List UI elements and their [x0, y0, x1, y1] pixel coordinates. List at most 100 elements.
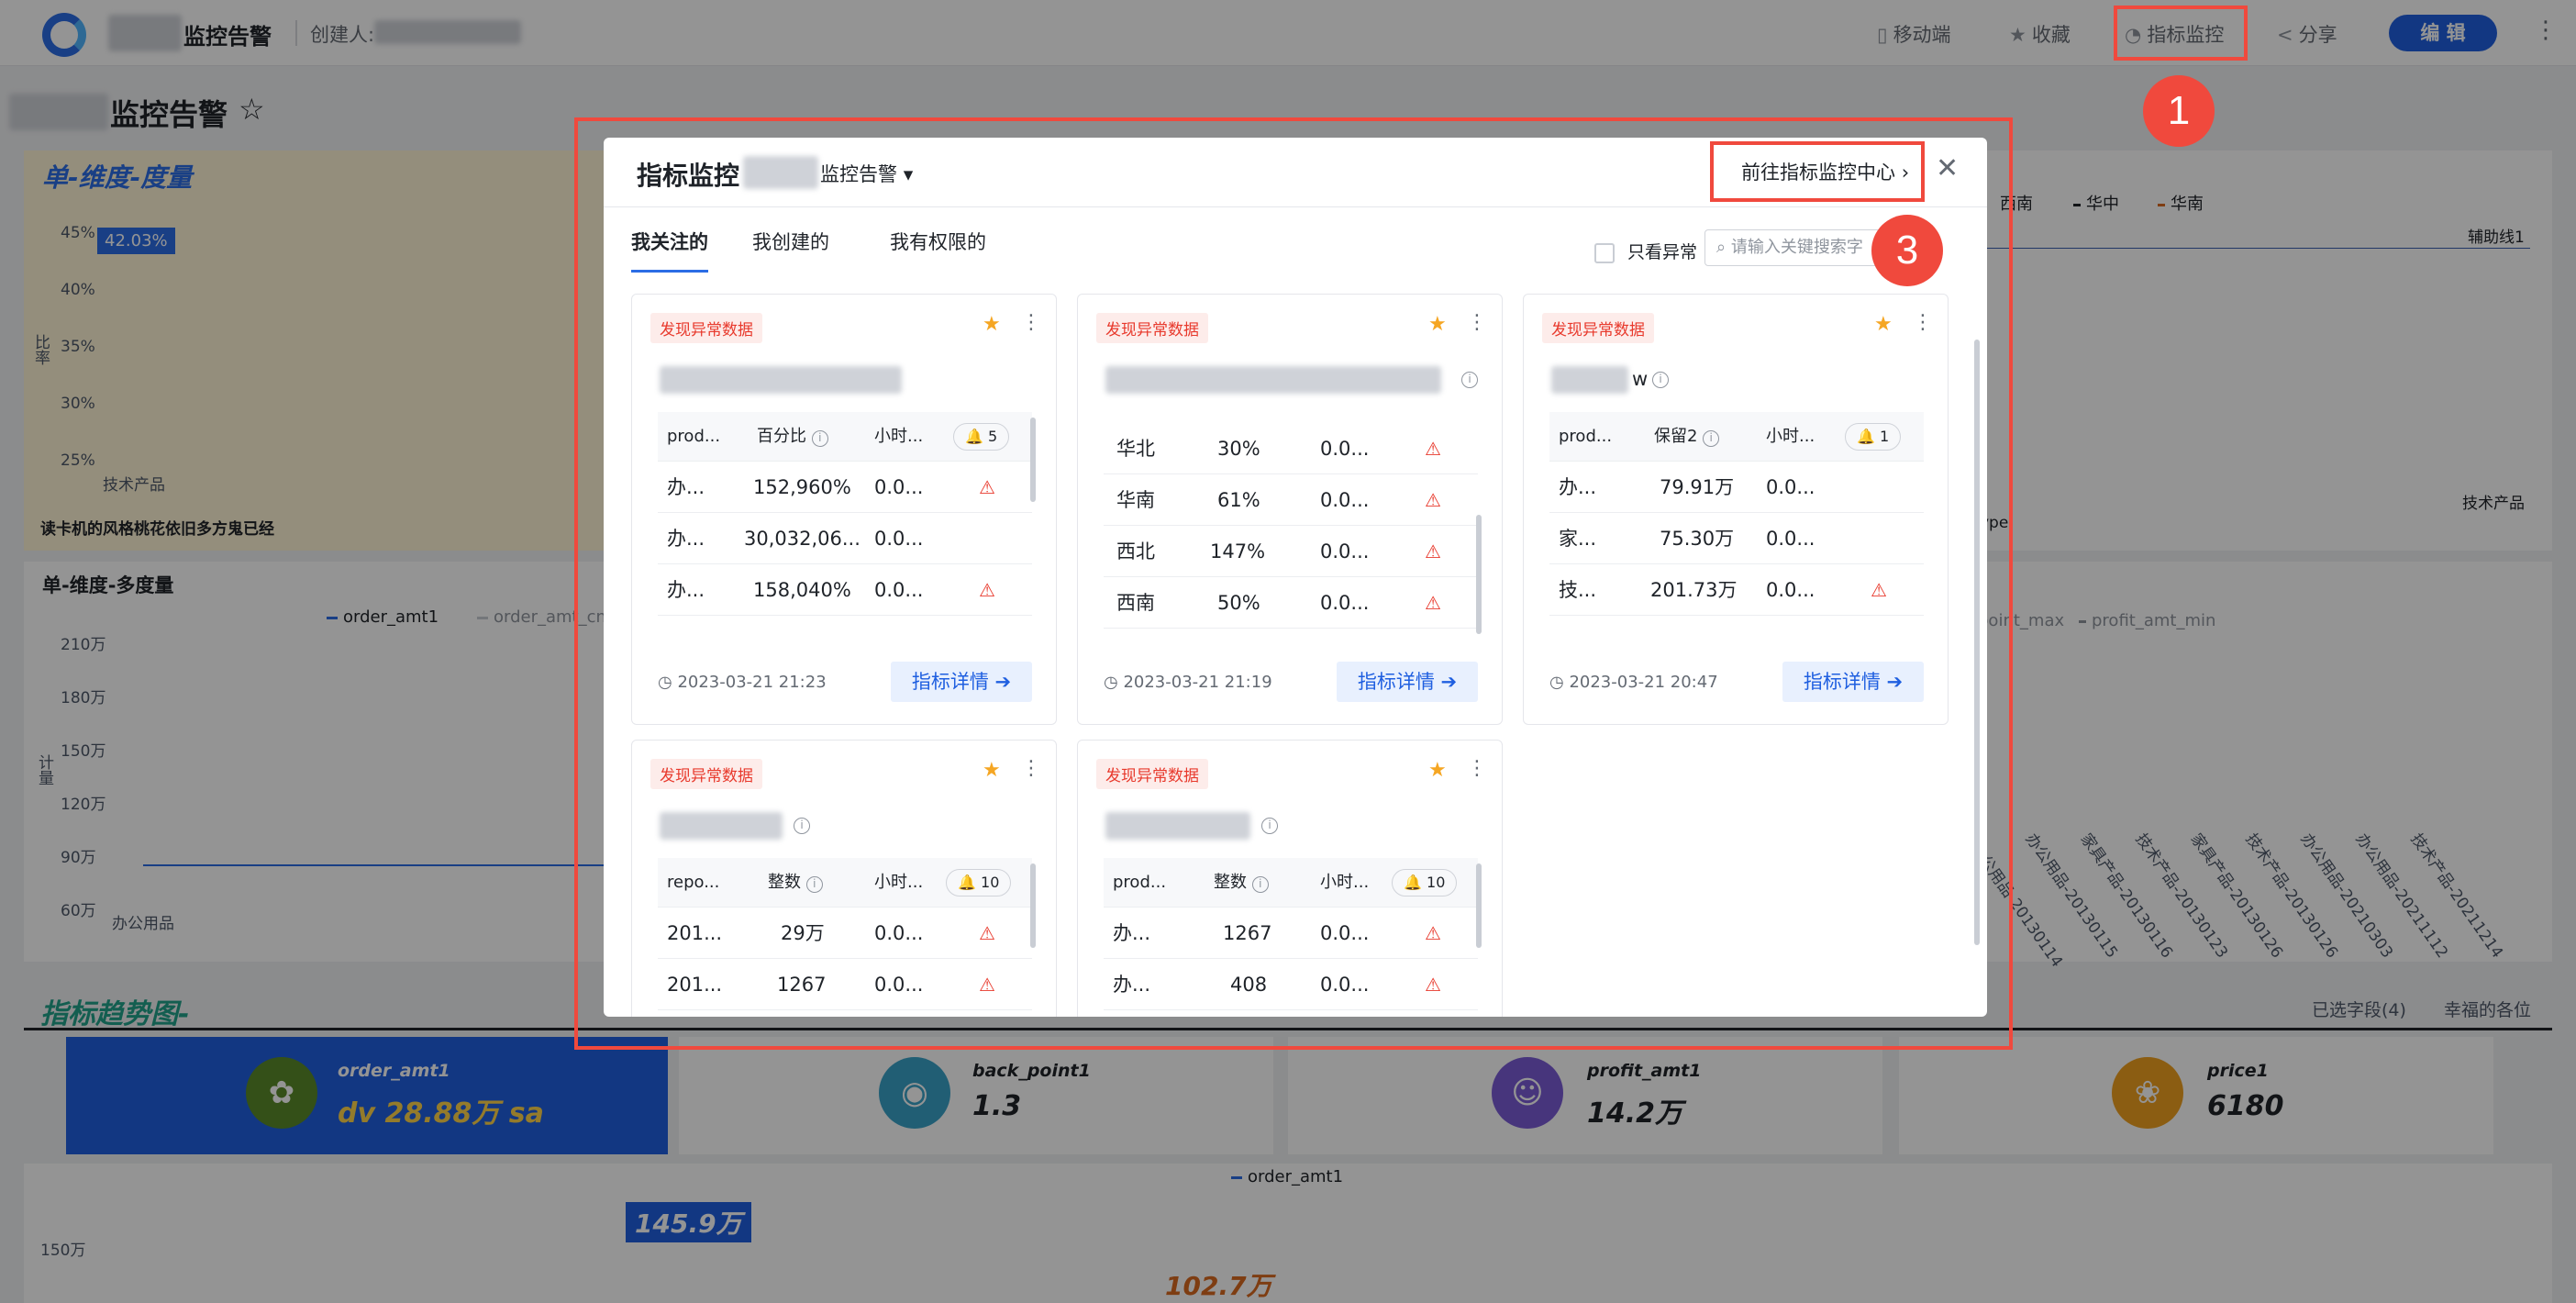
- column-header: prod...: [1113, 873, 1167, 892]
- metric-detail-button[interactable]: 指标详情 ➔: [891, 662, 1032, 702]
- info-icon[interactable]: i: [1652, 372, 1669, 388]
- card-more-icon[interactable]: ⋮: [1021, 757, 1041, 780]
- table-scrollbar[interactable]: [1030, 863, 1036, 948]
- info-icon[interactable]: i: [1703, 430, 1720, 447]
- table-cell: 30,032,06...: [744, 528, 861, 550]
- redacted-metric-name: [1105, 366, 1441, 394]
- only-abnormal-checkbox[interactable]: [1594, 242, 1615, 263]
- alarm-icon: ⚠: [979, 922, 995, 944]
- modal-scrollbar[interactable]: [1974, 340, 1980, 945]
- alert-count-pill[interactable]: 🔔 10: [1392, 869, 1458, 897]
- alarm-icon: ⚠: [1871, 579, 1887, 601]
- metric-card[interactable]: 发现异常数据 ★ ⋮ i 华北 30% 0.0... ⚠ 华南 61% 0.0.…: [1077, 294, 1503, 725]
- modal-title: 指标监控: [637, 161, 740, 191]
- metric-table: prod... 保留2 i 小时... 🔔 1 办... 79.91万 0.0.…: [1549, 412, 1924, 616]
- info-icon[interactable]: i: [794, 818, 810, 834]
- star-icon[interactable]: ★: [1428, 759, 1447, 782]
- table-row: 西北 147% 0.0... ⚠: [1104, 526, 1478, 577]
- column-header-label: 整数: [768, 873, 801, 892]
- redacted-dashboard-name: [743, 156, 818, 189]
- only-abnormal-label: 只看异常: [1627, 242, 1698, 262]
- alert-count-pill[interactable]: 🔔 1: [1845, 423, 1902, 451]
- card-more-icon[interactable]: ⋮: [1021, 311, 1041, 334]
- table-cell: 0.0...: [874, 922, 924, 944]
- metric-card[interactable]: 发现异常数据 ★ ⋮ w i prod... 保留2 i 小时... 🔔 1 办…: [1523, 294, 1949, 725]
- table-row: 办... 408 0.0... ⚠: [1104, 959, 1478, 1010]
- table-cell: 0.0...: [874, 579, 924, 601]
- info-icon[interactable]: i: [1461, 372, 1478, 388]
- arrow-circle-icon: ➔: [1886, 671, 1904, 693]
- alarm-icon: ⚠: [1425, 974, 1441, 996]
- alert-count: 10: [1427, 874, 1446, 891]
- star-icon[interactable]: ★: [1874, 313, 1893, 336]
- metric-detail-button[interactable]: 指标详情 ➔: [1782, 662, 1924, 702]
- info-icon[interactable]: i: [1251, 876, 1269, 893]
- table-scrollbar[interactable]: [1030, 418, 1036, 502]
- alert-count: 1: [1880, 428, 1890, 445]
- caret-down-icon: ▾: [903, 163, 914, 185]
- alarm-icon: ⚠: [1425, 489, 1441, 511]
- table-cell: 办...: [1113, 922, 1151, 944]
- table-header: repo... 整数 i 小时... 🔔 10: [658, 858, 1032, 908]
- table-cell: 0.0...: [1320, 974, 1370, 996]
- abnormal-badge: 发现异常数据: [650, 313, 762, 343]
- table-cell: 办...: [667, 476, 705, 498]
- column-header-label: 百分比: [757, 427, 806, 446]
- table-cell: 西南: [1116, 592, 1155, 614]
- only-abnormal-toggle[interactable]: 只看异常: [1594, 239, 1697, 263]
- table-scrollbar[interactable]: [1476, 515, 1482, 634]
- metric-card[interactable]: 发现异常数据 ★ ⋮ i prod... 整数 i 小时... 🔔 10 办..…: [1077, 740, 1503, 1017]
- redacted-metric-name: [660, 366, 902, 394]
- metric-card[interactable]: 发现异常数据 ★ ⋮ i repo... 整数 i 小时... 🔔 10 201…: [631, 740, 1057, 1017]
- info-icon[interactable]: i: [1261, 818, 1278, 834]
- card-more-icon[interactable]: ⋮: [1467, 757, 1487, 780]
- alarm-icon: ⚠: [1425, 922, 1441, 944]
- table-cell: 华南: [1116, 489, 1155, 511]
- bell-icon: 🔔: [1404, 874, 1422, 891]
- table-cell: 1267: [777, 974, 827, 996]
- info-icon[interactable]: i: [805, 876, 823, 893]
- arrow-circle-icon: ➔: [994, 671, 1012, 693]
- table-row: 办... 152,960% 0.0... ⚠: [658, 462, 1032, 513]
- table-cell: 0.0...: [1766, 579, 1815, 601]
- alarm-icon: ⚠: [979, 476, 995, 498]
- metric-monitor-modal: 指标监控 监控告警 ▾ 前往指标监控中心 › ✕ 我关注的 我创建的 我有权限的…: [604, 138, 1987, 1017]
- update-time-text: 2023-03-21 20:47: [1569, 673, 1718, 692]
- table-cell: 61%: [1217, 489, 1260, 511]
- update-time-text: 2023-03-21 21:19: [1123, 673, 1272, 692]
- abnormal-badge: 发现异常数据: [1096, 759, 1208, 789]
- star-icon[interactable]: ★: [983, 759, 1001, 782]
- alert-count: 10: [981, 874, 1000, 891]
- tab-permitted[interactable]: 我有权限的: [890, 228, 986, 255]
- metric-detail-button[interactable]: 指标详情 ➔: [1337, 662, 1478, 702]
- metric-card[interactable]: 发现异常数据 ★ ⋮ prod... 百分比 i 小时... 🔔 5 办... …: [631, 294, 1057, 725]
- card-more-icon[interactable]: ⋮: [1467, 311, 1487, 334]
- table-row: 办... 79.91万 0.0...: [1549, 462, 1924, 513]
- table-cell: 201...: [667, 922, 723, 944]
- search-icon: ⌕: [1716, 238, 1727, 257]
- column-header: prod...: [667, 427, 721, 446]
- table-scrollbar[interactable]: [1476, 863, 1482, 948]
- alert-count-pill[interactable]: 🔔 10: [946, 869, 1012, 897]
- abnormal-badge: 发现异常数据: [1096, 313, 1208, 343]
- star-icon[interactable]: ★: [1428, 313, 1447, 336]
- metric-table: repo... 整数 i 小时... 🔔 10 201... 29万 0.0..…: [658, 858, 1032, 1010]
- close-icon[interactable]: ✕: [1936, 152, 1959, 184]
- info-icon[interactable]: i: [811, 430, 828, 447]
- dashboard-selector[interactable]: 监控告警 ▾: [820, 160, 913, 187]
- callout-badge-3: 3: [1871, 215, 1943, 286]
- star-icon[interactable]: ★: [983, 313, 1001, 336]
- column-header: 小时...: [874, 427, 924, 446]
- tab-created[interactable]: 我创建的: [752, 228, 829, 255]
- table-cell: 0.0...: [1766, 476, 1815, 498]
- metric-table: prod... 整数 i 小时... 🔔 10 办... 1267 0.0...…: [1104, 858, 1478, 1010]
- card-more-icon[interactable]: ⋮: [1913, 311, 1933, 334]
- alarm-icon: ⚠: [979, 974, 995, 996]
- redacted-metric-name: [1105, 812, 1250, 840]
- table-cell: 家...: [1559, 528, 1597, 550]
- table-cell: 华北: [1116, 438, 1155, 460]
- alert-count-pill[interactable]: 🔔 5: [953, 423, 1010, 451]
- table-row: 201... 1267 0.0... ⚠: [658, 959, 1032, 1010]
- table-cell: 技...: [1559, 579, 1597, 601]
- tab-followed[interactable]: 我关注的: [631, 228, 708, 255]
